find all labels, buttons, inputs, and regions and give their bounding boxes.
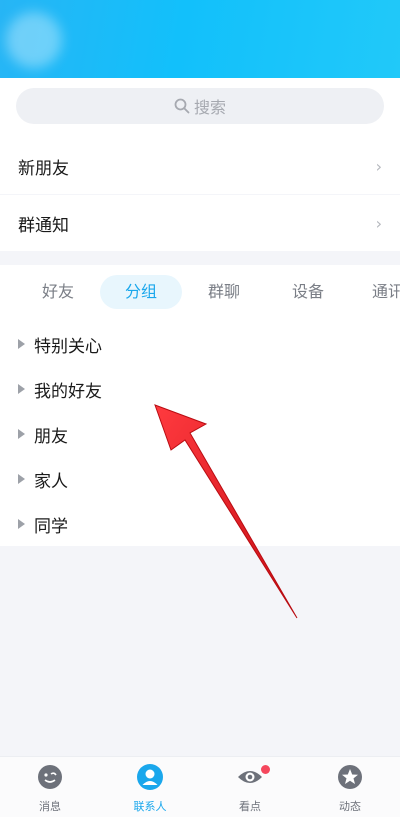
bottom-tab-bar: 消息 联系人 看点 动态 [0,756,400,817]
star-icon [338,765,362,789]
message-icon [38,765,62,789]
nav-messages[interactable]: 消息 [15,763,85,814]
nav-discover-label: 看点 [239,800,261,813]
annotation-arrow [154,404,298,619]
nav-contacts[interactable]: 联系人 [115,763,185,814]
nav-moments-label: 动态 [339,800,361,813]
nav-contacts-label: 联系人 [133,800,167,813]
eye-icon [238,771,262,783]
nav-messages-label: 消息 [39,800,61,813]
contact-icon [137,764,163,790]
nav-discover[interactable]: 看点 [215,763,285,814]
nav-moments[interactable]: 动态 [315,763,385,814]
notification-badge [261,765,270,774]
